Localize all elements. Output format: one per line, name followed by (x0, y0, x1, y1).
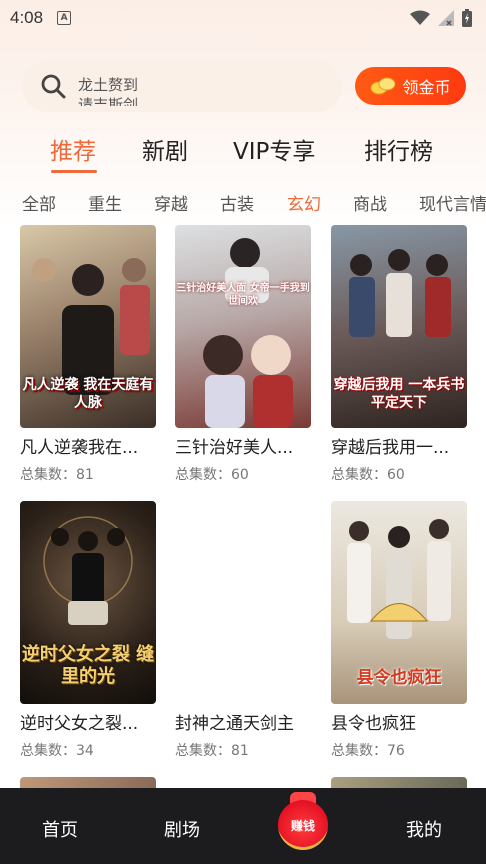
drama-title: 逆时父女之裂... (20, 714, 139, 734)
search-suggestion: 龙土赘到 (78, 76, 139, 94)
gold-coin-icon (370, 77, 396, 95)
episode-count: 总集数：76 (331, 743, 405, 759)
drama-card[interactable]: 逆时父女之裂 缝里的光 逆时父女之裂... 总集数：34 (20, 501, 156, 760)
main-tabs: 推荐 新剧 VIP专享 排行榜 (0, 124, 486, 174)
drama-card[interactable]: 穿越后我用 一本兵书 平定天下 穿越后我用一... 总集数：60 (331, 225, 467, 484)
drama-poster[interactable]: 穿越后我用 一本兵书 平定天下 (331, 225, 467, 428)
poster-title-art: 穿越后我用 一本兵书 平定天下 (333, 377, 465, 411)
search-box[interactable]: 龙土赘到 请吉斯剑 (22, 60, 342, 112)
nav-mine[interactable]: 我的 (406, 816, 442, 842)
app-notification-icon: A (57, 11, 72, 25)
episode-count: 总集数：60 (331, 467, 405, 483)
tab-new[interactable]: 新剧 (142, 132, 188, 166)
poster-title-art: 逆时父女之裂 缝里的光 (21, 644, 155, 687)
earn-coins-label: 领金币 (402, 78, 451, 97)
category-time-travel[interactable]: 穿越 (154, 190, 188, 215)
search-suggestion-carousel: 龙土赘到 请吉斯剑 (78, 66, 138, 106)
drama-title: 穿越后我用一... (331, 438, 450, 458)
drama-poster[interactable]: 三针治好美人面 女帝一手我到世间欢 (175, 225, 311, 428)
nav-home[interactable]: 首页 (42, 816, 78, 842)
search-icon (41, 74, 66, 99)
drama-poster-partial[interactable] (20, 777, 156, 788)
category-rebirth[interactable]: 重生 (88, 190, 122, 215)
wifi-icon (410, 10, 430, 25)
episode-count: 总集数：60 (175, 467, 249, 483)
category-costume[interactable]: 古装 (220, 190, 254, 215)
status-bar: 4:08 A (0, 0, 486, 36)
drama-title: 凡人逆袭我在... (20, 438, 139, 458)
search-suggestion-next: 请吉斯剑 (78, 96, 139, 106)
drama-card[interactable]: 三针治好美人面 女帝一手我到世间欢 三针治好美人... 总集数：60 (175, 225, 311, 484)
drama-title: 三针治好美人... (175, 438, 294, 458)
category-filter: 全部 重生 穿越 古装 玄幻 商战 现代言情 (0, 188, 486, 216)
active-tab-indicator (51, 170, 97, 173)
signal-icon (438, 10, 454, 26)
poster-title-art: 县令也疯狂 (356, 668, 442, 688)
drama-poster-placeholder[interactable] (175, 501, 311, 704)
status-time: 4:08 (10, 8, 44, 27)
category-modern-romance[interactable]: 现代言情 (419, 190, 486, 215)
drama-poster-partial[interactable] (331, 777, 467, 788)
poster-title-art: 三针治好美人面 女帝一手我到世间欢 (176, 283, 310, 307)
tab-vip[interactable]: VIP专享 (233, 132, 315, 166)
nav-earn-label: 赚钱 (290, 818, 315, 833)
drama-card[interactable]: 凡人逆袭 我在天庭有人脉 凡人逆袭我在... 总集数：81 (20, 225, 156, 484)
battery-icon (462, 9, 472, 27)
earn-coins-button[interactable]: 领金币 (355, 67, 466, 105)
nav-theater[interactable]: 剧场 (164, 816, 200, 842)
drama-poster[interactable]: 逆时父女之裂 缝里的光 (20, 501, 156, 704)
search-row: 龙土赘到 请吉斯剑 领金币 (22, 60, 466, 112)
tab-ranking[interactable]: 排行榜 (364, 132, 433, 166)
episode-count: 总集数：81 (20, 467, 94, 483)
episode-count: 总集数：34 (20, 743, 94, 759)
drama-poster[interactable]: 凡人逆袭 我在天庭有人脉 (20, 225, 156, 428)
drama-title: 县令也疯狂 (331, 714, 416, 734)
drama-poster[interactable]: 县令也疯狂 (331, 501, 467, 704)
nav-earn-money[interactable]: 赚钱 (278, 800, 328, 850)
category-business[interactable]: 商战 (353, 190, 387, 215)
drama-card[interactable]: 封神之通天剑主 总集数：81 (175, 501, 311, 760)
tab-recommend[interactable]: 推荐 (50, 132, 96, 166)
drama-title: 封神之通天剑主 (175, 714, 294, 734)
episode-count: 总集数：81 (175, 743, 249, 759)
category-all[interactable]: 全部 (22, 190, 56, 215)
poster-art (203, 238, 293, 428)
poster-title-art: 凡人逆袭 我在天庭有人脉 (22, 377, 154, 411)
category-fantasy[interactable]: 玄幻 (287, 190, 321, 215)
bottom-navigation: 首页 剧场 赚钱 我的 (0, 788, 486, 864)
drama-card[interactable]: 县令也疯狂 县令也疯狂 总集数：76 (331, 501, 467, 760)
